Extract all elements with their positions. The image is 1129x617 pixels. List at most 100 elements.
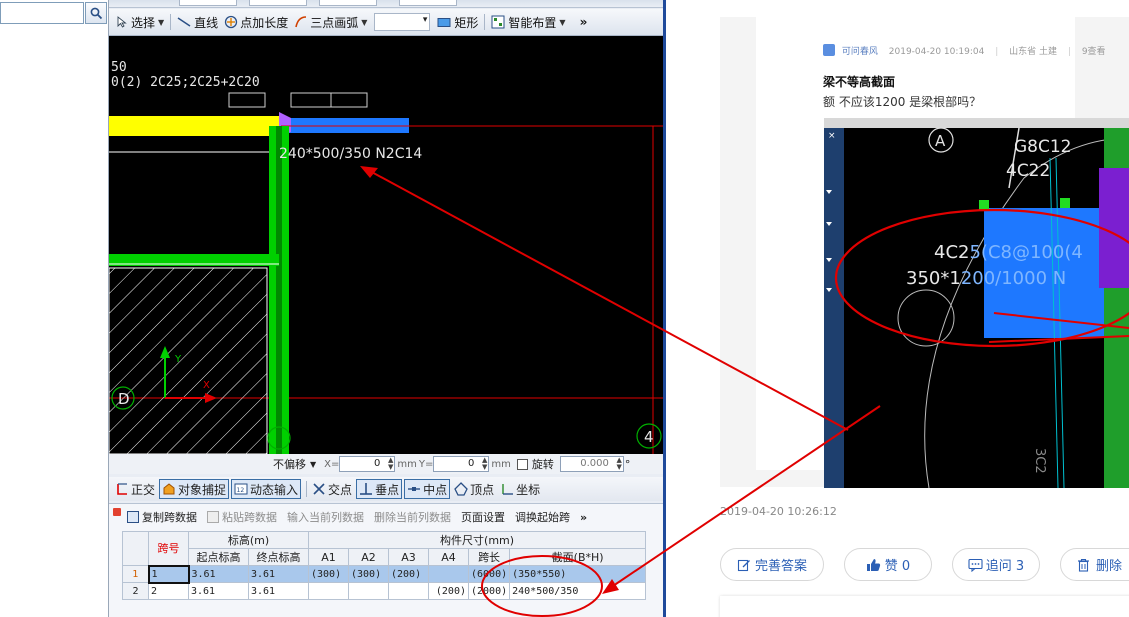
- coordinate-toggle[interactable]: 坐标: [498, 479, 542, 499]
- rect-tool[interactable]: 矩形: [434, 11, 481, 33]
- cell-a1[interactable]: (300): [308, 565, 349, 583]
- toolbar-field[interactable]: [179, 0, 237, 6]
- rebar-text-2: 0(2) 2C25;2C25+2C20: [111, 75, 260, 90]
- cell-a4[interactable]: (200): [428, 582, 469, 600]
- axis-4-label: 4: [644, 428, 654, 446]
- copy-span-button[interactable]: 复制跨数据: [127, 509, 197, 525]
- image-frame: [824, 118, 1129, 128]
- arc-mode-select[interactable]: [374, 13, 431, 31]
- mm-unit: mm: [491, 458, 511, 470]
- header-section: 截面(B*H): [509, 548, 647, 566]
- toolbar-field[interactable]: [319, 0, 377, 6]
- cell-end-elev[interactable]: 3.61: [248, 565, 309, 583]
- page-setup-button[interactable]: 页面设置: [461, 509, 505, 525]
- rotate-checkbox[interactable]: [516, 458, 528, 470]
- paste-icon: [207, 511, 219, 523]
- table-toolbar-overflow[interactable]: »: [580, 511, 587, 524]
- drawing-svg: 50 0(2) 2C25;2C25+2C20 240*500/350 N2C14…: [109, 60, 663, 454]
- toolbar-field[interactable]: [399, 0, 457, 6]
- midpoint-toggle[interactable]: 中点: [404, 479, 451, 499]
- smart-layout-icon: [491, 15, 505, 29]
- search-button[interactable]: [85, 2, 107, 24]
- cell-a2[interactable]: (300): [348, 565, 389, 583]
- cell-a3[interactable]: [388, 582, 429, 600]
- cell-a1[interactable]: [308, 582, 349, 600]
- comment-box[interactable]: [720, 596, 1129, 617]
- x-label: X=: [324, 458, 340, 470]
- cell-span[interactable]: 1: [147, 564, 190, 584]
- drawing-canvas[interactable]: 50 0(2) 2C25;2C25+2C20 240*500/350 N2C14…: [109, 36, 663, 454]
- improve-answer-label: 完善答案: [754, 559, 807, 574]
- vertex-icon: [454, 482, 468, 496]
- vertex-toggle[interactable]: 顶点: [452, 479, 496, 499]
- cell-section[interactable]: (350*550): [509, 565, 647, 583]
- draw-toolbar: 选择▼ 直线 点加长度 三点画弧▼ 矩形 智能布: [109, 9, 663, 36]
- header-end-elev: 终点标高: [248, 548, 309, 566]
- paste-span-button[interactable]: 粘贴跨数据: [207, 509, 277, 525]
- avatar[interactable]: [823, 44, 835, 56]
- dynamic-input-toggle[interactable]: 12 动态输入: [231, 479, 302, 499]
- midpoint-label: 中点: [423, 482, 448, 497]
- cell-a3[interactable]: (200): [388, 565, 429, 583]
- swap-start-button[interactable]: 调换起始跨: [515, 509, 570, 525]
- question-image[interactable]: × A G8C12 4C22 4C25(C8@100(4 350*1200/10…: [824, 118, 1129, 488]
- row-index: 2: [122, 582, 149, 600]
- coordinate-label: 坐标: [516, 482, 541, 497]
- cell-span-length[interactable]: (2000): [467, 582, 511, 600]
- search-input[interactable]: [0, 2, 84, 24]
- rectangle-icon: [437, 17, 451, 27]
- table-row[interactable]: 2 2 3.61 3.61 (200) (2000) 240*500/350: [122, 582, 647, 600]
- toolbar-field[interactable]: [249, 0, 307, 6]
- hatched-slab[interactable]: [109, 267, 268, 454]
- author-name[interactable]: 可问春风: [842, 47, 878, 57]
- toolbar-overflow[interactable]: »: [577, 11, 591, 33]
- paste-span-label: 粘贴跨数据: [222, 511, 277, 524]
- three-point-arc-tool[interactable]: 三点画弧 ▼: [291, 11, 370, 33]
- cell-span-length[interactable]: (6000): [467, 565, 511, 583]
- question-image-svg: × A G8C12 4C22 4C25(C8@100(4 350*1200/10…: [824, 118, 1129, 488]
- x-input[interactable]: 0 ▲ ▼: [339, 456, 396, 472]
- line-tool[interactable]: 直线: [174, 11, 221, 33]
- ortho-icon: [117, 483, 127, 495]
- follow-up-button[interactable]: 追问 3: [952, 548, 1040, 581]
- table-toolbar: 复制跨数据 粘贴跨数据 输入当前列数据 删除当前列数据 页面设置 调换起始跨 »: [109, 504, 663, 530]
- cell-a2[interactable]: [348, 582, 389, 600]
- vertex-label: 顶点: [470, 482, 495, 497]
- y-label: Y=: [418, 458, 434, 470]
- rebar-text-1: 50: [111, 60, 127, 75]
- rotate-input[interactable]: 0.000 ▲ ▼: [559, 456, 624, 472]
- header-a2: A2: [348, 548, 389, 566]
- y-input[interactable]: 0 ▲ ▼: [433, 456, 490, 472]
- object-snap-toggle[interactable]: 对象捕捉: [159, 479, 230, 499]
- improve-answer-button[interactable]: 完善答案: [720, 548, 824, 581]
- offset-mode-select[interactable]: 不偏移 ▼: [273, 456, 316, 472]
- ortho-toggle[interactable]: 正交: [113, 479, 157, 499]
- point-length-tool[interactable]: 点加长度: [221, 11, 291, 33]
- arc-icon: [295, 16, 307, 28]
- cell-span[interactable]: 2: [148, 582, 189, 600]
- perpendicular-toggle[interactable]: 垂点: [356, 479, 403, 499]
- cell-section[interactable]: 240*500/350: [509, 582, 647, 600]
- dynamic-input-label: 动态输入: [250, 482, 299, 497]
- cell-start-elev[interactable]: 3.61: [188, 582, 249, 600]
- header-dimensions: 构件尺寸(mm): [307, 531, 647, 549]
- cell-a4[interactable]: [428, 565, 469, 583]
- delete-column-button[interactable]: 删除当前列数据: [374, 509, 451, 525]
- svg-text:12: 12: [237, 487, 245, 494]
- object-snap-label: 对象捕捉: [178, 482, 227, 497]
- smart-layout-tool[interactable]: 智能布置 ▼: [488, 11, 568, 33]
- delete-button[interactable]: 删除: [1060, 548, 1129, 581]
- follow-up-label: 追问 3: [985, 559, 1025, 574]
- input-column-button[interactable]: 输入当前列数据: [287, 509, 364, 525]
- beam-yellow[interactable]: [109, 116, 281, 136]
- table-row[interactable]: 1 1 3.61 3.61 (300) (300) (200) (6000) (…: [122, 564, 647, 584]
- axis-d-label: D: [118, 390, 130, 408]
- image-close-mark: ×: [828, 131, 836, 141]
- intersection-toggle[interactable]: 交点: [310, 479, 354, 499]
- cell-end-elev[interactable]: 3.61: [248, 582, 309, 600]
- image-text-350: 350*1200/1000 N: [906, 268, 1066, 289]
- cell-start-elev[interactable]: 3.61: [188, 565, 249, 583]
- select-tool[interactable]: 选择 ▼: [113, 11, 167, 33]
- like-button[interactable]: 赞 0: [844, 548, 932, 581]
- qa-page: 可问春风 2019-04-20 10:19:04 | 山东省 土建 | 9查看 …: [666, 0, 1129, 617]
